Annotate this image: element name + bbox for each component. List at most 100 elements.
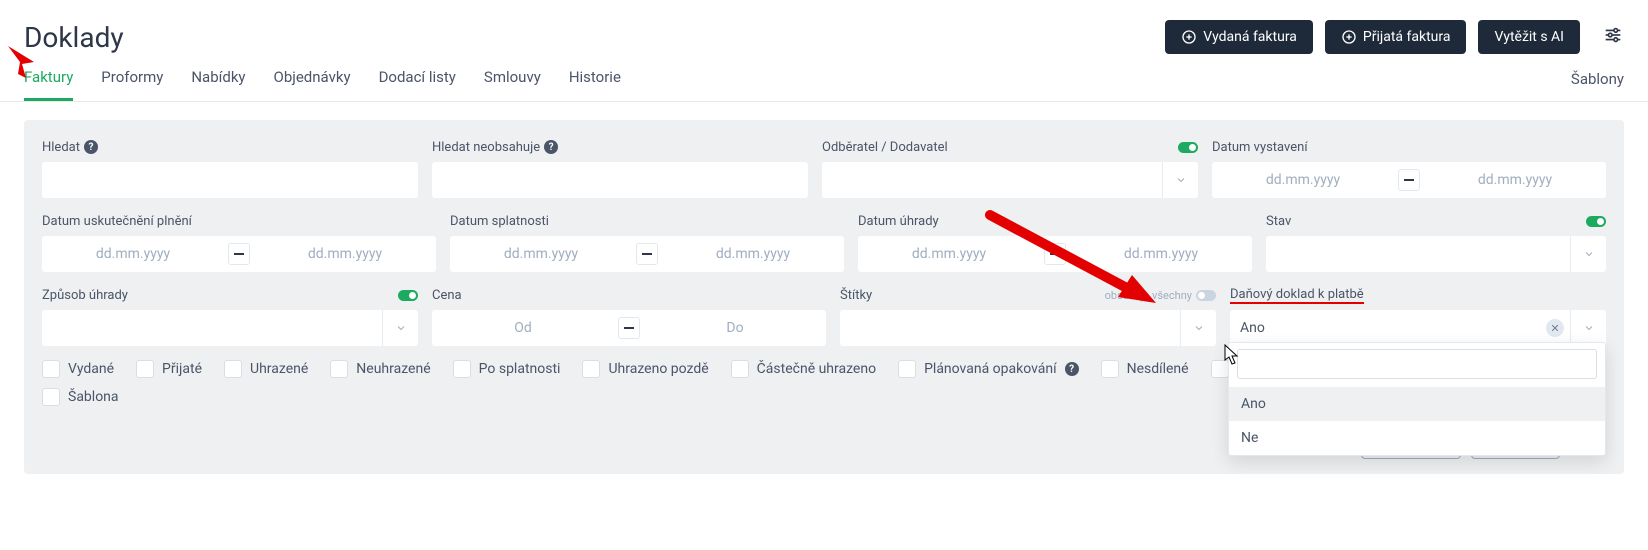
- toggle-icon[interactable]: [398, 290, 418, 301]
- check-label: Nesdílené: [1127, 361, 1189, 377]
- price-from-input[interactable]: [432, 310, 614, 346]
- check-label: Uhrazeno pozdě: [608, 361, 708, 377]
- status-select[interactable]: [1266, 236, 1606, 272]
- label-text: Hledat neobsahuje: [432, 140, 540, 155]
- filter-hledat: Hledat?: [42, 138, 418, 198]
- check-castecne-uhrazeno[interactable]: Částečně uhrazeno: [731, 360, 876, 378]
- tab-sablony[interactable]: Šablony: [1571, 70, 1624, 100]
- range-separator-icon: [618, 317, 640, 339]
- new-issued-invoice-button[interactable]: Vydaná faktura: [1165, 20, 1313, 54]
- tab-dodaci-listy[interactable]: Dodací listy: [379, 68, 456, 101]
- date-to-input[interactable]: [1424, 162, 1606, 198]
- date-to-input[interactable]: [254, 236, 436, 272]
- tabs-row: Faktury Proformy Nabídky Objednávky Doda…: [0, 54, 1648, 102]
- tab-nabidky[interactable]: Nabídky: [191, 68, 245, 101]
- label-text: Datum úhrady: [858, 214, 939, 229]
- label-text: Cena: [432, 288, 462, 303]
- date-from-input[interactable]: [858, 236, 1040, 272]
- label-text: Datum vystavení: [1212, 140, 1308, 155]
- check-nesdilene[interactable]: Nesdílené: [1101, 360, 1189, 378]
- check-uhrazeno-pozde[interactable]: Uhrazeno pozdě: [582, 360, 708, 378]
- check-label: Přijaté: [162, 361, 202, 377]
- ai-extract-button[interactable]: Vytěžit s AI: [1478, 20, 1580, 54]
- filter-cena: Cena: [432, 286, 826, 346]
- issue-date-range: [1212, 162, 1606, 198]
- toggle-icon[interactable]: [1586, 216, 1606, 227]
- price-to-input[interactable]: [644, 310, 826, 346]
- filter-row-1: Hledat? Hledat neobsahuje? Odběratel / D…: [42, 138, 1606, 198]
- label-text: Způsob úhrady: [42, 288, 128, 303]
- label-text: Hledat: [42, 140, 80, 155]
- tab-proformy[interactable]: Proformy: [101, 68, 163, 101]
- toggle-icon[interactable]: [1178, 142, 1198, 153]
- search-exclude-input[interactable]: [432, 162, 808, 198]
- search-input[interactable]: [42, 162, 418, 198]
- price-range: [432, 310, 826, 346]
- check-label: Uhrazené: [250, 361, 308, 377]
- filter-datum-splatnosti: Datum splatnosti: [450, 212, 844, 272]
- check-uhrazene[interactable]: Uhrazené: [224, 360, 308, 378]
- filter-stitky: Štítky obsahuje všechny: [840, 286, 1216, 346]
- toggle-icon[interactable]: [1196, 290, 1216, 301]
- chevron-down-icon: [382, 310, 418, 346]
- check-neuhrazene[interactable]: Neuhrazené: [330, 360, 430, 378]
- hint-text: obsahuje všechny: [1105, 289, 1192, 302]
- tags-select[interactable]: [840, 310, 1216, 346]
- filter-odberatel: Odběratel / Dodavatel: [822, 138, 1198, 198]
- range-separator-icon: [1044, 243, 1066, 265]
- check-po-splatnosti[interactable]: Po splatnosti: [453, 360, 561, 378]
- filter-row-3: Způsob úhrady Cena Štítky obsahuje všech…: [42, 286, 1606, 346]
- tab-faktury[interactable]: Faktury: [24, 68, 73, 101]
- help-icon[interactable]: ?: [1065, 362, 1079, 376]
- button-label: Přijatá faktura: [1363, 29, 1451, 45]
- payment-method-select[interactable]: [42, 310, 418, 346]
- tax-document-select[interactable]: Ano ✕: [1230, 310, 1606, 346]
- label-text: Stav: [1266, 214, 1291, 229]
- check-label: Vydané: [68, 361, 114, 377]
- dropdown-search-input[interactable]: [1237, 349, 1597, 379]
- range-separator-icon: [1398, 169, 1420, 191]
- check-prijate[interactable]: Přijaté: [136, 360, 202, 378]
- button-label: Vydaná faktura: [1203, 29, 1297, 45]
- date-from-input[interactable]: [450, 236, 632, 272]
- label-text: Odběratel / Dodavatel: [822, 140, 948, 155]
- filter-stav: Stav: [1266, 212, 1606, 272]
- check-vydane[interactable]: Vydané: [42, 360, 114, 378]
- date-from-input[interactable]: [1212, 162, 1394, 198]
- help-icon[interactable]: ?: [544, 140, 558, 154]
- check-label: Neuhrazené: [356, 361, 430, 377]
- label-text: Štítky: [840, 288, 872, 303]
- tax-document-dropdown: Ano Ne: [1228, 342, 1606, 456]
- tab-smlouvy[interactable]: Smlouvy: [484, 68, 541, 101]
- range-separator-icon: [636, 243, 658, 265]
- button-label: Vytěžit s AI: [1494, 29, 1564, 45]
- label-text: Datum splatnosti: [450, 214, 549, 229]
- check-planovana-opakovani[interactable]: Plánovaná opakování?: [898, 360, 1079, 378]
- date-from-input[interactable]: [42, 236, 224, 272]
- clear-icon[interactable]: ✕: [1546, 319, 1564, 337]
- label-text: Daňový doklad k platbě: [1230, 287, 1364, 304]
- filter-datum-vystaveni: Datum vystavení: [1212, 138, 1606, 198]
- chevron-down-icon: [1180, 310, 1216, 346]
- date-to-input[interactable]: [662, 236, 844, 272]
- chevron-down-icon: [1162, 162, 1198, 198]
- settings-icon[interactable]: [1602, 24, 1624, 50]
- customer-select[interactable]: [822, 162, 1198, 198]
- filter-zpusob-uhrady: Způsob úhrady: [42, 286, 418, 346]
- help-icon[interactable]: ?: [84, 140, 98, 154]
- dropdown-option-ne[interactable]: Ne: [1229, 421, 1605, 455]
- new-received-invoice-button[interactable]: Přijatá faktura: [1325, 20, 1467, 54]
- check-sablona[interactable]: Šablona: [42, 388, 119, 406]
- taxable-date-range: [42, 236, 436, 272]
- selected-value: Ano: [1230, 320, 1546, 336]
- filter-danovy-doklad: Daňový doklad k platbě Ano ✕: [1230, 286, 1606, 346]
- tab-historie[interactable]: Historie: [569, 68, 621, 101]
- filter-hledat-neobsahuje: Hledat neobsahuje?: [432, 138, 808, 198]
- date-to-input[interactable]: [1070, 236, 1252, 272]
- due-date-range: [450, 236, 844, 272]
- check-label: Po splatnosti: [479, 361, 561, 377]
- header-actions: Vydaná faktura Přijatá faktura Vytěžit s…: [1165, 20, 1624, 54]
- tab-objednavky[interactable]: Objednávky: [274, 68, 351, 101]
- dropdown-option-ano[interactable]: Ano: [1229, 387, 1605, 421]
- filter-panel: Hledat? Hledat neobsahuje? Odběratel / D…: [24, 120, 1624, 474]
